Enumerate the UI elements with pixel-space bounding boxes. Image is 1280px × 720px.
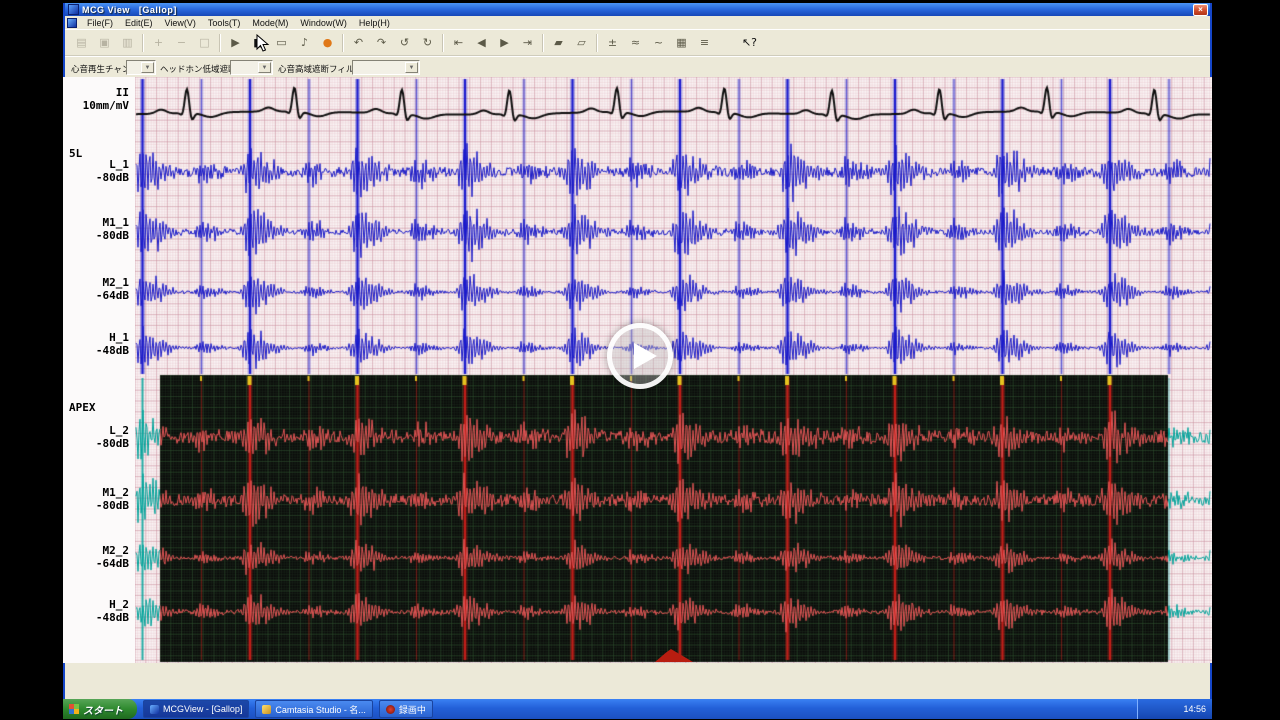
waveform-canvas[interactable]: [135, 77, 1212, 663]
channel-label-m21: M2_1 -64dB: [63, 276, 129, 302]
sound-icon[interactable]: ♪: [294, 32, 315, 53]
grid-icon[interactable]: ▦: [671, 32, 692, 53]
zoom-in-icon[interactable]: +: [148, 32, 169, 53]
toolbar-separator: [219, 34, 221, 52]
toolbar-separator: [542, 34, 544, 52]
taskbar-clock: 14:56: [1183, 704, 1206, 714]
menu-help[interactable]: Help(H): [353, 17, 396, 29]
mdi-document-icon[interactable]: [67, 18, 77, 28]
redo-icon[interactable]: ↷: [371, 32, 392, 53]
main-toolbar: ▤▣▥+−□▶■▭♪●↶↷↺↻⇤◀▶⇥▰▱±≈~▦≡↖?: [65, 29, 1210, 56]
play-icon[interactable]: ▶: [225, 32, 246, 53]
channel-label-h2: H_2 -48dB: [63, 598, 129, 624]
play-icon: [634, 343, 657, 369]
chevron-down-icon[interactable]: ▼: [141, 62, 154, 73]
record-icon[interactable]: ●: [317, 32, 338, 53]
app-icon: [68, 4, 79, 15]
close-button[interactable]: ×: [1193, 4, 1208, 16]
open-icon[interactable]: ▤: [71, 32, 92, 53]
video-play-button[interactable]: [607, 323, 673, 389]
toolbar-separator: [442, 34, 444, 52]
windows-flag-icon: [69, 704, 79, 714]
zoom-fit-icon[interactable]: □: [194, 32, 215, 53]
mcgview-app-icon: [150, 705, 159, 714]
go-start-icon[interactable]: ⇤: [448, 32, 469, 53]
undo-icon[interactable]: ↶: [348, 32, 369, 53]
menu-file[interactable]: File(F): [81, 17, 119, 29]
channel-label-m11: M1_1 -80dB: [63, 216, 129, 242]
toolbar-separator: [142, 34, 144, 52]
headphone-filter-select[interactable]: ▼: [230, 60, 273, 75]
filter-icon[interactable]: ≈: [625, 32, 646, 53]
channel-label-h1: H_1 -48dB: [63, 331, 129, 357]
window-title: MCG View [Gallop]: [82, 5, 177, 15]
camtasia-app-icon: [262, 705, 271, 714]
print-icon[interactable]: ▥: [117, 32, 138, 53]
video-frame: MCG View [Gallop] × File(F) Edit(E) View…: [0, 0, 1280, 720]
ecg-lead-label: II 10mm/mV: [63, 86, 129, 112]
marker-icon[interactable]: ▰: [548, 32, 569, 53]
highcut-filter-select[interactable]: ▼: [352, 60, 420, 75]
chevron-down-icon[interactable]: ▼: [405, 62, 418, 73]
menu-window[interactable]: Window(W): [294, 17, 353, 29]
taskbar-button-mcgview[interactable]: MCGView - [Gallop]: [143, 700, 249, 718]
menu-mode[interactable]: Mode(M): [246, 17, 294, 29]
channel-label-l1: L_1 -80dB: [63, 158, 129, 184]
rotate-left-icon[interactable]: ↺: [394, 32, 415, 53]
channel-label-m12: M1_2 -80dB: [63, 486, 129, 512]
measure-icon[interactable]: ±: [602, 32, 623, 53]
system-tray: 14:56: [1137, 699, 1212, 719]
start-button[interactable]: スタート: [63, 699, 137, 719]
menu-view[interactable]: View(V): [159, 17, 202, 29]
toolbar-separator: [342, 34, 344, 52]
go-end-icon[interactable]: ⇥: [517, 32, 538, 53]
step-forward-icon[interactable]: ▶: [494, 32, 515, 53]
context-help-icon[interactable]: ↖?: [739, 32, 760, 53]
toolbar-separator: [596, 34, 598, 52]
menu-edit[interactable]: Edit(E): [119, 17, 159, 29]
wave-icon[interactable]: ~: [648, 32, 669, 53]
save-icon[interactable]: ▣: [94, 32, 115, 53]
menu-bar: File(F) Edit(E) View(V) Tools(T) Mode(M)…: [65, 16, 1210, 30]
channel-label-l2: L_2 -80dB: [63, 424, 129, 450]
step-back-icon[interactable]: ◀: [471, 32, 492, 53]
rotate-right-icon[interactable]: ↻: [417, 32, 438, 53]
select-icon[interactable]: ▭: [271, 32, 292, 53]
chevron-down-icon[interactable]: ▼: [258, 62, 271, 73]
channel-label-m22: M2_2 -64dB: [63, 544, 129, 570]
taskbar-button-camtasia[interactable]: Camtasia Studio - 名...: [255, 700, 373, 718]
playback-channel-select[interactable]: ▼: [126, 60, 156, 75]
settings-icon[interactable]: ≡: [694, 32, 715, 53]
taskbar-button-recording[interactable]: 録画中: [379, 700, 433, 718]
site-label-apex: APEX: [69, 401, 96, 414]
menu-tools[interactable]: Tools(T): [202, 17, 247, 29]
recording-app-icon: [386, 705, 395, 714]
title-bar: MCG View [Gallop] ×: [65, 3, 1210, 16]
zoom-out-icon[interactable]: −: [171, 32, 192, 53]
taskbar: スタート MCGView - [Gallop] Camtasia Studio …: [63, 699, 1212, 719]
range-icon[interactable]: ▱: [571, 32, 592, 53]
mouse-cursor: [256, 34, 270, 54]
